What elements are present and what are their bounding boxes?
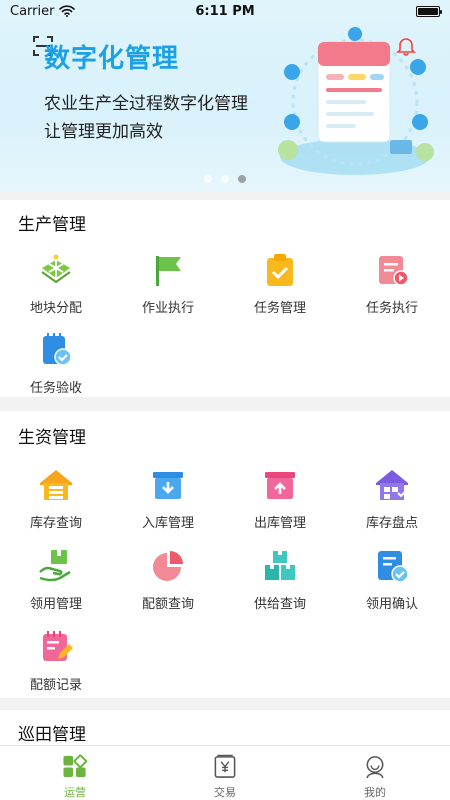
grid-label: 入库管理 [141, 516, 194, 531]
inbox-in-icon [153, 472, 183, 499]
tab-label: 交易 [214, 786, 236, 799]
banner-title: 数字化管理 [44, 44, 180, 74]
carousel-dot[interactable] [204, 175, 212, 183]
grid-label: 库存盘点 [365, 516, 418, 531]
tab-mine[interactable]: 我的 [300, 746, 450, 800]
grid-label: 出库管理 [253, 516, 306, 531]
grid-diamond-icon [63, 754, 87, 778]
banner-subtitle-line2: 让管理更加高效 [44, 122, 163, 142]
grid-label: 任务执行 [365, 301, 418, 316]
materials-section-title: 生资管理 [18, 428, 86, 448]
notepad-pen-icon [43, 631, 73, 661]
flag-icon [156, 256, 181, 286]
production-section: 生产管理 地块分配 作业执行 任务管理 任务执行 任务验收 [0, 200, 450, 397]
box-out-icon [265, 472, 295, 499]
banner-subtitle-line1: 农业生产全过程数字化管理 [44, 94, 248, 114]
grid-item-inventory-query[interactable]: 库存查询 [0, 467, 112, 531]
grid-label: 领用确认 [365, 597, 418, 612]
patrol-section-title: 巡田管理 [18, 725, 86, 745]
battery-icon [416, 5, 442, 17]
grid-item-operation-execution[interactable]: 作业执行 [112, 252, 224, 316]
clipboard-check-icon [267, 254, 293, 286]
play-document-icon [379, 256, 409, 286]
tab-trade[interactable]: 交易 [150, 746, 300, 800]
grid-item-field-allocation[interactable]: 地块分配 [0, 252, 112, 316]
grid-item-quota-records[interactable]: 配额记录 [0, 629, 112, 693]
production-section-title: 生产管理 [18, 215, 86, 235]
grid-label: 领用管理 [29, 597, 82, 612]
tab-label: 我的 [364, 786, 386, 799]
grid-item-requisition-management[interactable]: 领用管理 [0, 548, 112, 612]
wifi-icon [59, 5, 76, 17]
materials-section: 生资管理 库存查询 入库管理 出库管理 库存盘点 领用管理 配额查询 供给查询 … [0, 411, 450, 698]
tab-operations[interactable]: 运营 [0, 746, 150, 800]
carousel-dots [0, 175, 450, 183]
grid-label: 作业执行 [141, 301, 194, 316]
house-grid-icon [376, 470, 408, 500]
patrol-section: 巡田管理 [0, 710, 450, 750]
tab-label: 运营 [64, 786, 86, 799]
grid-label: 配额查询 [141, 597, 194, 612]
grid-label: 供给查询 [253, 597, 306, 612]
grid-item-requisition-confirm[interactable]: 领用确认 [336, 548, 448, 612]
grid-item-inventory-count[interactable]: 库存盘点 [336, 467, 448, 531]
grid-item-outbound-management[interactable]: 出库管理 [224, 467, 336, 531]
hand-box-icon [39, 550, 71, 582]
grid-label: 配额记录 [29, 678, 82, 693]
grid-label: 任务管理 [253, 301, 306, 316]
carousel-dot-active[interactable] [238, 175, 246, 183]
yen-card-icon [214, 754, 236, 778]
grid-label: 地块分配 [29, 301, 82, 316]
grid-item-task-management[interactable]: 任务管理 [224, 252, 336, 316]
stacked-boxes-icon [265, 551, 295, 580]
banner-subtitle: 农业生产全过程数字化管理 让管理更加高效 [44, 90, 248, 146]
grid-item-quota-query[interactable]: 配额查询 [112, 548, 224, 612]
pie-chart-icon [153, 551, 183, 581]
tab-bar: 运营 交易 我的 [0, 745, 450, 800]
grid-item-task-execution[interactable]: 任务执行 [336, 252, 448, 316]
grid-item-supply-query[interactable]: 供给查询 [224, 548, 336, 612]
notebook-check-icon [43, 333, 72, 366]
banner-illustration [278, 27, 434, 175]
grid-label: 任务验收 [29, 381, 82, 396]
grid-item-inbound-management[interactable]: 入库管理 [112, 467, 224, 531]
grid-item-task-acceptance[interactable]: 任务验收 [0, 332, 112, 396]
carousel-dot[interactable] [221, 175, 229, 183]
app-root: 数字化管理 农业生产全过程数字化管理 让管理更加高效 Carrier 6:11 … [0, 0, 450, 800]
carrier-label: Carrier [10, 3, 55, 19]
document-check-icon [378, 551, 409, 583]
person-icon [366, 756, 384, 779]
status-bar: Carrier 6:11 PM [0, 0, 450, 22]
field-grid-icon [41, 254, 71, 284]
grid-label: 库存查询 [29, 516, 82, 531]
warehouse-icon [40, 470, 72, 500]
banner-carousel[interactable]: 数字化管理 农业生产全过程数字化管理 让管理更加高效 [0, 0, 450, 192]
